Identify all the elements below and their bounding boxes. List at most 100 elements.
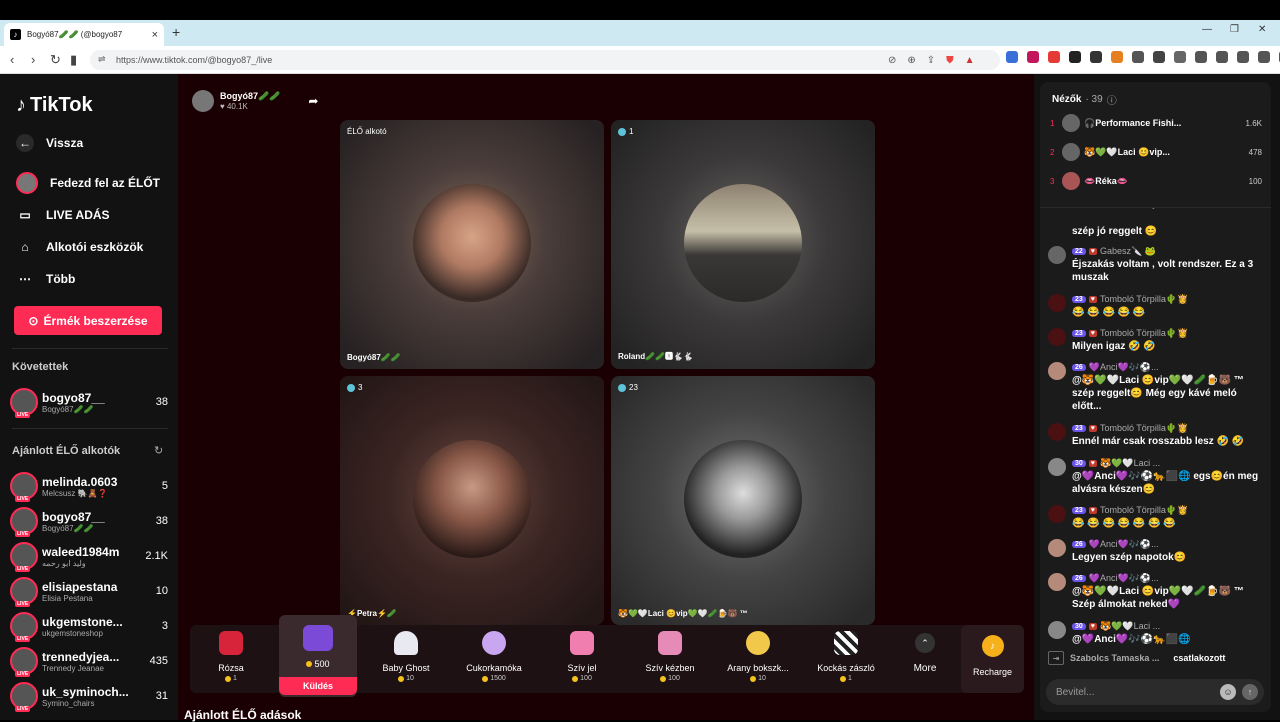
site-info-icon[interactable]: ⇌ — [98, 54, 106, 65]
minimize-icon[interactable]: — — [1202, 24, 1212, 35]
gift-item[interactable]: Cukorkamóka 1500 — [453, 631, 535, 682]
top-viewer-row[interactable]: 3 👄Réka👄 100 — [1050, 170, 1262, 192]
forward-icon[interactable]: › — [31, 52, 35, 67]
more-gifts-button[interactable]: ⌃ More — [910, 633, 940, 674]
tiktok-logo[interactable]: ♪ TikTok — [16, 94, 93, 117]
browser-tab[interactable]: ♪ Bogyó87🥒🥒 (@bogyo87 × — [4, 23, 164, 46]
tab-close-icon[interactable]: × — [152, 29, 158, 41]
extension-his-icon[interactable] — [1048, 51, 1060, 63]
avatar[interactable] — [1048, 505, 1066, 523]
guest-cell[interactable]: 23 🐯💚🤍Laci 😊vip💚🤍🥒🍺🐻 ™ — [611, 376, 875, 625]
new-tab-icon[interactable]: + — [172, 24, 180, 40]
avatar[interactable] — [1048, 246, 1066, 264]
recommended-item[interactable]: LIVE bogyo87__ Bogyó87🥒🥒 38 — [10, 505, 168, 537]
emoji-icon[interactable]: ☺ — [1220, 684, 1236, 700]
maximize-icon[interactable]: ❐ — [1230, 24, 1239, 35]
chat-message: 26 💜Anci💜🎶⚽... @🐯💚🤍Laci 😊vip💚🤍🥒🍺🐻 ™ szép r… — [1048, 362, 1266, 413]
avatar[interactable] — [1048, 539, 1066, 557]
share-icon[interactable]: ➦ — [308, 94, 318, 108]
gem-box-gift-icon — [303, 625, 333, 651]
brave-rewards-icon[interactable]: ▲ — [965, 55, 975, 66]
host-info[interactable]: Bogyó87🥒🥒 ♥ 40.1K ➦ — [192, 90, 318, 112]
viewers-header: Nézők · 39 ⓘ — [1052, 92, 1117, 107]
fan-badge-icon: ♥ — [1088, 623, 1097, 630]
chat-message: 23 ♥ Tomboló Törpilla🌵👸 Milyen igaz 🤣 🤣 — [1048, 328, 1266, 353]
gift-item[interactable]: 500 — [277, 625, 359, 669]
recommended-item[interactable]: LIVE trennedyjea... Trennedy Jeanae 435 — [10, 645, 168, 677]
fan-badge-icon: ♥ — [1088, 507, 1097, 514]
nav-live-studio[interactable]: ▭ LIVE ADÁS — [16, 206, 109, 224]
nav-explore-live[interactable]: Fedezd fel az ÉLŐT — [16, 172, 160, 194]
leo-ai-icon[interactable] — [1258, 51, 1270, 63]
recommended-item[interactable]: LIVE uk_syminoch... Symino_chairs 31 — [10, 680, 168, 712]
brave-shield-icon[interactable]: ⛊ — [946, 55, 954, 66]
wallet-icon[interactable] — [1216, 51, 1228, 63]
host-avatar[interactable] — [192, 90, 214, 112]
recharge-button[interactable]: ♪ Recharge — [961, 625, 1024, 693]
sidebar-icon[interactable] — [1195, 51, 1207, 63]
avatar[interactable] — [1048, 294, 1066, 312]
nav-more[interactable]: ⋯ Több — [16, 270, 75, 288]
window-close-icon[interactable]: ✕ — [1258, 24, 1266, 35]
avatar: LIVE — [10, 542, 38, 572]
avatar[interactable] — [1048, 458, 1066, 476]
nav-creator-tools[interactable]: ⌂ Alkotói eszközök — [16, 238, 143, 256]
back-icon[interactable]: ‹ — [10, 52, 14, 67]
boxing-glove-gift-icon — [746, 631, 770, 655]
avatar[interactable] — [1048, 573, 1066, 591]
candy-gift-icon — [482, 631, 506, 655]
recommended-item[interactable]: LIVE waleed1984m وليد ابو رحمه 2.1K — [10, 540, 168, 572]
avatar: LIVE — [10, 682, 38, 712]
host-likes: ♥ 40.1K — [220, 102, 248, 111]
recommended-item[interactable]: LIVE melinda.0603 Melcsusz 🐘🧸❓ 5 — [10, 470, 168, 502]
extension-color-icon[interactable] — [1111, 51, 1123, 63]
avatar[interactable] — [1048, 328, 1066, 346]
top-viewer-row[interactable]: 1 🎧Performance Fishi... 1.6K — [1050, 112, 1262, 134]
share-icon[interactable]: ⇪ — [927, 55, 935, 66]
extension-capture-icon[interactable] — [1153, 51, 1165, 63]
bookmark-icon[interactable]: ▮ — [70, 52, 77, 68]
get-coins-button[interactable]: ⊙ Érmék beszerzése — [14, 306, 162, 335]
back-link[interactable]: ← Vissza — [16, 134, 83, 152]
chat-input[interactable] — [1056, 686, 1216, 698]
checkered-flag-gift-icon — [834, 631, 858, 655]
info-icon[interactable]: ⓘ — [1107, 92, 1117, 107]
guest-cell[interactable]: 3 ⚡Petra⚡🥒 — [340, 376, 604, 625]
gift-item[interactable]: Kockás zászló 1 — [805, 631, 887, 682]
extensions-puzzle-icon[interactable] — [1132, 51, 1144, 63]
gift-item[interactable]: Rózsa 1 — [190, 631, 272, 682]
zoom-icon[interactable]: ⊕ — [907, 55, 915, 66]
extension-globe-icon[interactable] — [1069, 51, 1081, 63]
url-field[interactable]: ⇌ https://www.tiktok.com/@bogyo87_/live — [90, 50, 1000, 70]
coin-icon — [482, 675, 489, 682]
gift-item[interactable]: Baby Ghost 10 — [365, 631, 447, 682]
avatar[interactable] — [1048, 362, 1066, 380]
chat-message: 23 ♥ Tomboló Törpilla🌵👸 Ennél már csak ross… — [1048, 423, 1266, 448]
guest-cell[interactable]: 1 Roland🥒🥒🆇🐇🐇 — [611, 120, 875, 369]
avatar[interactable] — [1048, 621, 1066, 639]
recommended-item[interactable]: LIVE ukgemstone... ukgemstoneshop 3 — [10, 610, 168, 642]
extension-translate-icon[interactable] — [1006, 51, 1018, 63]
camera-feed — [413, 440, 531, 558]
refresh-icon[interactable]: ↻ — [154, 444, 163, 457]
gift-item[interactable]: Szív jel 100 — [541, 631, 623, 682]
extension-vpn-icon[interactable] — [1090, 51, 1102, 63]
vpn-icon[interactable] — [1237, 51, 1249, 63]
recommended-item[interactable]: LIVE elisiapestana Elisia Pestana 10 — [10, 575, 168, 607]
guest-cell[interactable]: ÉLŐ alkotó Bogyó87🥒🥒 — [340, 120, 604, 369]
avatar: LIVE — [10, 612, 38, 642]
divider — [12, 428, 168, 429]
translate-icon[interactable]: ⊘ — [888, 55, 896, 66]
send-icon[interactable]: ↑ — [1242, 684, 1258, 700]
following-item[interactable]: LIVE bogyo87__ Bogyó87🥒🥒 38 — [10, 386, 168, 418]
guest-score: 3 — [358, 383, 363, 392]
avatar[interactable] — [1048, 423, 1066, 441]
music-icon[interactable] — [1174, 51, 1186, 63]
reload-icon[interactable]: ↻ — [50, 52, 61, 68]
gift-item[interactable]: Arany bokszk... 10 — [717, 631, 799, 682]
send-gift-button[interactable]: Küldés — [279, 677, 357, 695]
chat-message: 23 ♥ Tomboló Törpilla🌵👸 😂 😂 😂 😂 😂 — [1048, 294, 1266, 319]
top-viewer-row[interactable]: 2 🐯💚🤍Laci 😊vip... 478 — [1050, 141, 1262, 163]
extension-x-icon[interactable] — [1027, 51, 1039, 63]
gift-item[interactable]: Szív kézben 100 — [629, 631, 711, 682]
